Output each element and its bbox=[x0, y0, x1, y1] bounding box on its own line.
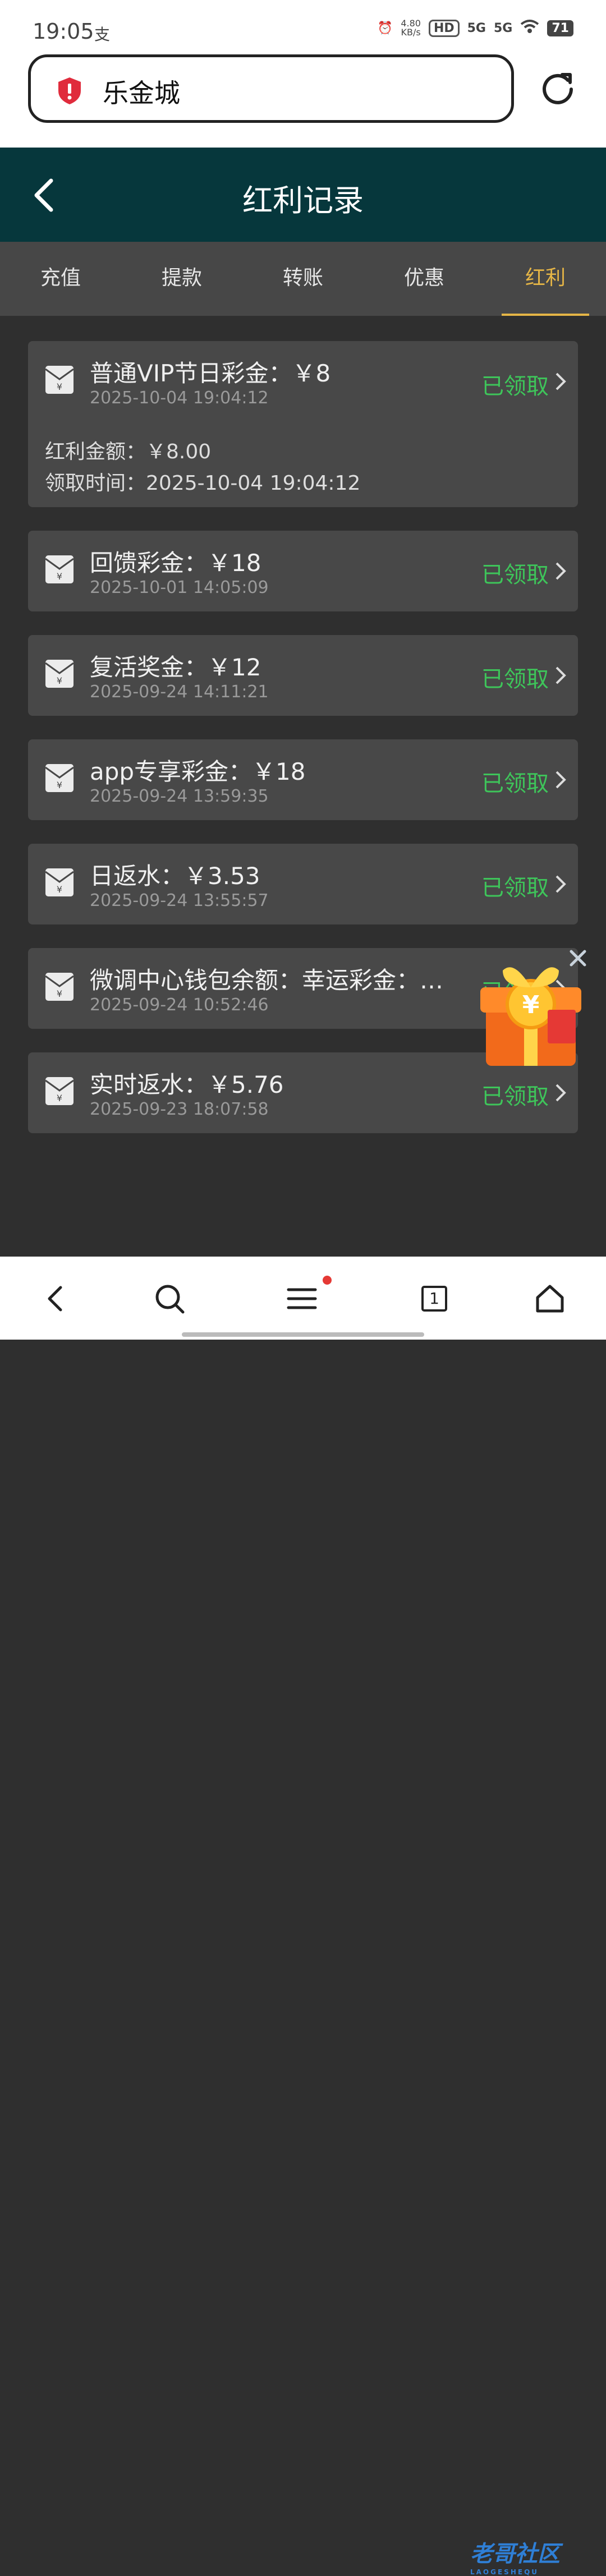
record-title: 日返水：￥3.53 bbox=[90, 862, 260, 890]
record-card[interactable]: ¥ 复活奖金：￥12 2025-09-24 14:11:21 已领取 bbox=[28, 635, 578, 716]
reload-icon[interactable] bbox=[540, 70, 576, 106]
record-status: 已领取 bbox=[481, 374, 549, 399]
record-status: 已领取 bbox=[481, 562, 549, 588]
red-envelope-icon: ¥ bbox=[45, 1077, 74, 1105]
alarm-icon: ⏰ bbox=[377, 21, 393, 35]
tab-count: 1 bbox=[421, 1286, 447, 1312]
record-status: 已领取 bbox=[481, 1084, 549, 1110]
chevron-right-icon bbox=[556, 1084, 566, 1102]
tab-promotion[interactable]: 优惠 bbox=[364, 242, 485, 316]
record-status: 已领取 bbox=[481, 771, 549, 797]
record-title: 实时返水：￥5.76 bbox=[90, 1071, 284, 1098]
network-speed: 4.80 KB/s bbox=[401, 18, 421, 38]
chevron-right-icon bbox=[556, 666, 566, 684]
svg-text:¥: ¥ bbox=[57, 1093, 62, 1103]
status-icons: ⏰ 4.80 KB/s HD 5G 5G 71 bbox=[378, 19, 573, 37]
record-title: app专享彩金：￥18 bbox=[90, 758, 306, 785]
signal-5g-icon: 5G bbox=[467, 21, 486, 35]
home-icon[interactable] bbox=[533, 1282, 567, 1315]
tab-transfer[interactable]: 转账 bbox=[242, 242, 364, 316]
wifi-icon bbox=[520, 19, 539, 37]
svg-text:¥: ¥ bbox=[57, 884, 62, 895]
red-envelope-icon: ¥ bbox=[45, 764, 74, 792]
tab-bonus[interactable]: 红利 bbox=[485, 242, 606, 316]
hd-icon: HD bbox=[428, 19, 460, 37]
signal-5g-icon-2: 5G bbox=[494, 21, 513, 35]
record-card[interactable]: ¥ 普通VIP节日彩金：￥8 2025-10-04 19:04:12 已领取 红… bbox=[28, 341, 578, 507]
search-icon[interactable] bbox=[153, 1282, 186, 1315]
record-date: 2025-09-24 14:11:21 bbox=[90, 682, 269, 702]
alipay-icon: 支 bbox=[94, 25, 111, 44]
record-details: 红利金额：￥8.00 领取时间：2025-10-04 19:04:12 bbox=[45, 436, 360, 499]
svg-text:¥: ¥ bbox=[57, 675, 62, 686]
detail-time: 领取时间：2025-10-04 19:04:12 bbox=[45, 472, 361, 495]
red-envelope-icon: ¥ bbox=[45, 555, 74, 583]
tab-recharge[interactable]: 充值 bbox=[0, 242, 121, 316]
record-card[interactable]: ¥ app专享彩金：￥18 2025-09-24 13:59:35 已领取 bbox=[28, 739, 578, 820]
chevron-right-icon bbox=[556, 562, 566, 580]
url-text: 乐金城 bbox=[103, 78, 180, 108]
record-date: 2025-09-24 10:52:46 bbox=[90, 995, 269, 1015]
browser-bottom-nav: 1 老哥社区 LAOGESHEQU bbox=[0, 1257, 606, 2576]
home-indicator bbox=[182, 1332, 424, 1337]
svg-text:¥: ¥ bbox=[57, 571, 62, 582]
url-bar[interactable]: 乐金城 bbox=[28, 54, 514, 123]
svg-text:¥: ¥ bbox=[57, 780, 62, 790]
page-header: 红利记录 bbox=[0, 148, 606, 242]
record-title: 普通VIP节日彩金：￥8 bbox=[90, 360, 331, 387]
record-date: 2025-09-23 18:07:58 bbox=[90, 1100, 269, 1119]
clock: 19:05 bbox=[33, 19, 94, 44]
svg-text:¥: ¥ bbox=[522, 991, 540, 1019]
browser-toolbar: 乐金城 bbox=[0, 53, 606, 148]
record-card[interactable]: ¥ 日返水：￥3.53 2025-09-24 13:55:57 已领取 bbox=[28, 844, 578, 924]
record-title: 回馈彩金：￥18 bbox=[90, 549, 261, 577]
record-title: 微调中心钱包余额：幸运彩金：… bbox=[90, 967, 444, 994]
red-envelope-icon: ¥ bbox=[45, 366, 74, 394]
red-envelope-icon: ¥ bbox=[45, 973, 74, 1001]
tab-withdraw[interactable]: 提款 bbox=[121, 242, 242, 316]
record-title: 复活奖金：￥12 bbox=[90, 654, 261, 681]
red-envelope-icon: ¥ bbox=[45, 660, 74, 688]
record-status: 已领取 bbox=[481, 666, 549, 692]
page-title: 红利记录 bbox=[242, 183, 364, 218]
status-bar: 19:05 支 ⏰ 4.80 KB/s HD 5G 5G 71 bbox=[0, 0, 606, 53]
record-tabs: 充值 提款 转账 优惠 红利 bbox=[0, 242, 606, 316]
chevron-right-icon bbox=[556, 875, 566, 893]
chevron-right-icon bbox=[556, 771, 566, 789]
svg-text:¥: ¥ bbox=[57, 381, 62, 392]
battery-icon: 71 bbox=[547, 20, 573, 36]
record-status: 已领取 bbox=[481, 875, 549, 901]
notification-dot bbox=[323, 1276, 332, 1285]
record-card[interactable]: ¥ 回馈彩金：￥18 2025-10-01 14:05:09 已领取 bbox=[28, 531, 578, 611]
tabs-button[interactable]: 1 bbox=[417, 1282, 451, 1315]
record-date: 2025-09-24 13:55:57 bbox=[90, 891, 269, 910]
svg-text:¥: ¥ bbox=[57, 988, 62, 999]
record-date: 2025-09-24 13:59:35 bbox=[90, 786, 269, 806]
record-date: 2025-10-01 14:05:09 bbox=[90, 578, 269, 597]
red-envelope-icon: ¥ bbox=[45, 868, 74, 896]
nav-back-icon[interactable] bbox=[39, 1282, 73, 1315]
detail-amount: 红利金额：￥8.00 bbox=[45, 440, 212, 463]
chevron-right-icon bbox=[556, 372, 566, 390]
site-watermark: 老哥社区 LAOGESHEQU bbox=[470, 2541, 560, 2576]
record-date: 2025-10-04 19:04:12 bbox=[90, 388, 269, 408]
menu-icon[interactable] bbox=[285, 1282, 319, 1315]
shield-alert-icon bbox=[58, 77, 81, 104]
close-icon[interactable] bbox=[567, 947, 589, 969]
